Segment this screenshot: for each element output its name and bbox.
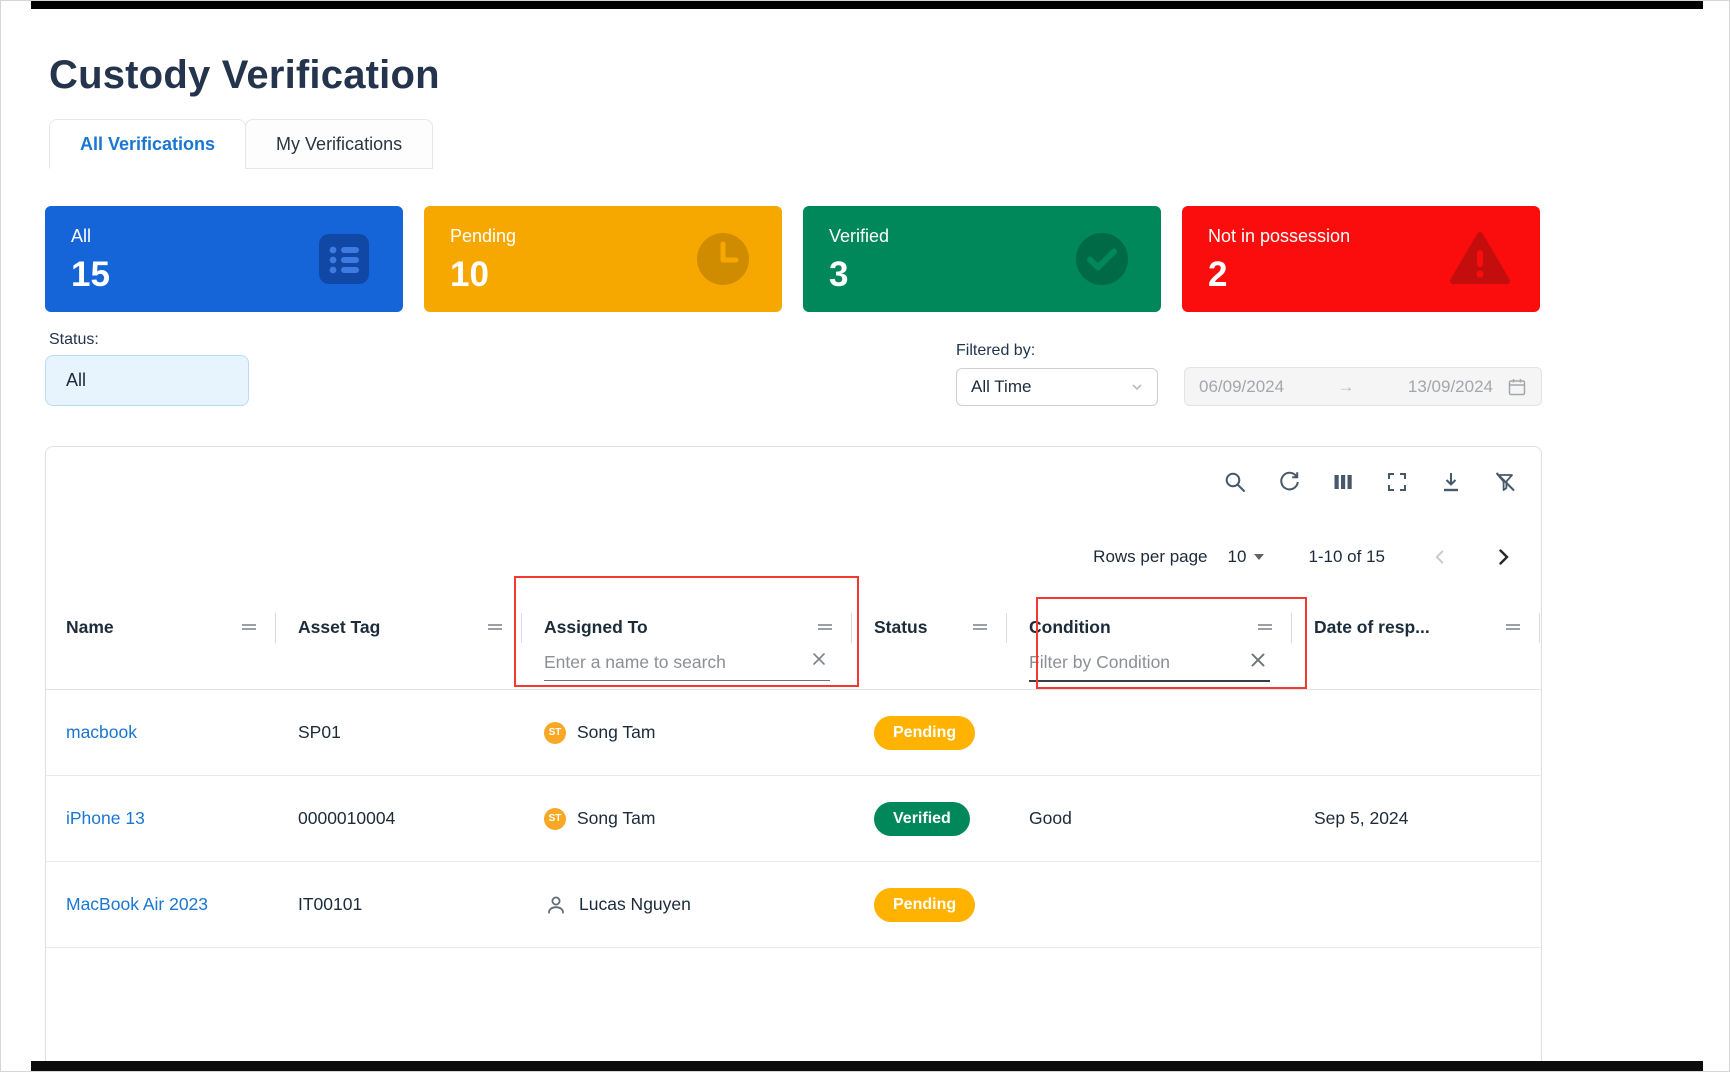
stat-card-verified[interactable]: Verified 3: [803, 206, 1161, 312]
search-icon[interactable]: [1223, 470, 1247, 494]
column-menu-icon[interactable]: [240, 620, 258, 634]
status-cell: Pending: [854, 888, 1009, 922]
stat-cards: All 15 Pending 10 Verified 3: [45, 206, 1540, 312]
column-menu-icon[interactable]: [1504, 620, 1522, 634]
assignee-name: Song Tam: [577, 722, 655, 743]
chevron-down-icon: [1129, 379, 1145, 395]
clock-icon: [694, 230, 752, 288]
table-row: iPhone 13 0000010004 ST Song Tam Verifie…: [46, 776, 1542, 862]
assigned-to-cell: ST Song Tam: [524, 808, 854, 830]
avatar: ST: [544, 808, 566, 830]
check-circle-icon: [1073, 230, 1131, 288]
assignee-name: Lucas Nguyen: [579, 894, 691, 915]
column-resize-handle[interactable]: [275, 613, 276, 643]
tab-bar: All Verifications My Verifications: [49, 119, 433, 169]
download-icon[interactable]: [1439, 470, 1463, 494]
asset-tag-cell: IT00101: [278, 894, 524, 915]
column-header-condition: Condition: [1009, 597, 1294, 689]
status-cell: Pending: [854, 716, 1009, 750]
next-page-button[interactable]: [1491, 545, 1515, 569]
column-resize-handle[interactable]: [851, 613, 852, 643]
column-header-status: Status: [854, 597, 1009, 689]
asset-name-link-cell: MacBook Air 2023: [46, 894, 278, 915]
column-menu-icon[interactable]: [971, 620, 989, 634]
date-to-value: 13/09/2024: [1408, 377, 1493, 397]
assignee-name: Song Tam: [577, 808, 655, 829]
assigned-to-cell: ST Song Tam: [524, 722, 854, 744]
assigned-to-cell: Lucas Nguyen: [524, 893, 854, 917]
date-cell: Sep 5, 2024: [1294, 808, 1542, 829]
person-icon: [544, 893, 568, 917]
calendar-icon: [1507, 377, 1527, 397]
status-badge: Pending: [874, 888, 975, 922]
filtered-by-label: Filtered by:: [956, 342, 1035, 360]
column-header-asset-tag: Asset Tag: [278, 597, 524, 689]
status-badge: Verified: [874, 802, 970, 836]
table-header-row: Name Asset Tag Assigned To: [46, 597, 1542, 690]
verifications-table: Rows per page 10 1-10 of 15 Name: [45, 446, 1542, 1064]
tab-my-verifications[interactable]: My Verifications: [245, 119, 433, 169]
column-resize-handle[interactable]: [1539, 613, 1540, 643]
list-icon: [315, 230, 373, 288]
stat-card-pending[interactable]: Pending 10: [424, 206, 782, 312]
table-row: macbook SP01 ST Song Tam Pending: [46, 690, 1542, 776]
status-filter-select[interactable]: All: [45, 355, 249, 406]
date-from-value: 06/09/2024: [1199, 377, 1284, 397]
clear-filter-icon[interactable]: [1248, 650, 1268, 670]
tab-all-verifications[interactable]: All Verifications: [49, 119, 246, 169]
condition-filter-input[interactable]: [1029, 650, 1270, 682]
asset-name-link-cell: iPhone 13: [46, 808, 278, 829]
table-pagination: Rows per page 10 1-10 of 15: [1093, 542, 1517, 572]
previous-page-button[interactable]: [1429, 546, 1451, 568]
column-resize-handle[interactable]: [1291, 613, 1292, 643]
clear-filter-icon[interactable]: [810, 650, 828, 668]
asset-name-link-cell: macbook: [46, 722, 278, 743]
rows-per-page-label: Rows per page: [1093, 547, 1207, 567]
avatar: ST: [544, 722, 566, 744]
columns-icon[interactable]: [1331, 470, 1355, 494]
refresh-icon[interactable]: [1277, 470, 1301, 494]
status-cell: Verified: [854, 802, 1009, 836]
column-header-date-of-response: Date of resp...: [1294, 597, 1542, 689]
column-resize-handle[interactable]: [1006, 613, 1007, 643]
status-filter-label: Status:: [49, 331, 99, 349]
stat-card-not-in-possession[interactable]: Not in possession 2: [1182, 206, 1540, 312]
column-menu-icon[interactable]: [816, 620, 834, 634]
column-menu-icon[interactable]: [1256, 620, 1274, 634]
column-resize-handle[interactable]: [521, 613, 522, 643]
date-range-picker[interactable]: 06/09/2024 → 13/09/2024: [1184, 367, 1542, 406]
table-toolbar: [1223, 470, 1517, 494]
time-filter-select[interactable]: All Time: [956, 368, 1158, 406]
custody-verification-page: Custody Verification All Verifications M…: [0, 0, 1730, 1072]
page-title: Custody Verification: [49, 53, 440, 98]
column-header-assigned-to: Assigned To: [524, 597, 854, 689]
window-top-bar: [31, 1, 1703, 9]
asset-name-link[interactable]: macbook: [66, 722, 137, 742]
stat-card-all[interactable]: All 15: [45, 206, 403, 312]
column-menu-icon[interactable]: [486, 620, 504, 634]
rows-per-page-select[interactable]: 10: [1228, 547, 1265, 567]
date-arrow: →: [1298, 377, 1394, 397]
pagination-range: 1-10 of 15: [1308, 547, 1385, 567]
status-badge: Pending: [874, 716, 975, 750]
column-header-name: Name: [46, 597, 278, 689]
time-filter-value: All Time: [971, 377, 1031, 397]
filter-off-icon[interactable]: [1493, 470, 1517, 494]
caret-down-icon: [1254, 554, 1264, 560]
table-row: MacBook Air 2023 IT00101 Lucas Nguyen Pe…: [46, 862, 1542, 948]
asset-tag-cell: SP01: [278, 722, 524, 743]
warning-icon: [1450, 231, 1510, 287]
table-body: macbook SP01 ST Song Tam Pending iPhone …: [46, 690, 1542, 948]
window-bottom-bar: [31, 1061, 1703, 1071]
asset-name-link[interactable]: iPhone 13: [66, 808, 145, 828]
assigned-to-filter-input[interactable]: [544, 650, 830, 681]
asset-name-link[interactable]: MacBook Air 2023: [66, 894, 208, 914]
fullscreen-icon[interactable]: [1385, 470, 1409, 494]
condition-cell: Good: [1009, 808, 1294, 829]
asset-tag-cell: 0000010004: [278, 808, 524, 829]
